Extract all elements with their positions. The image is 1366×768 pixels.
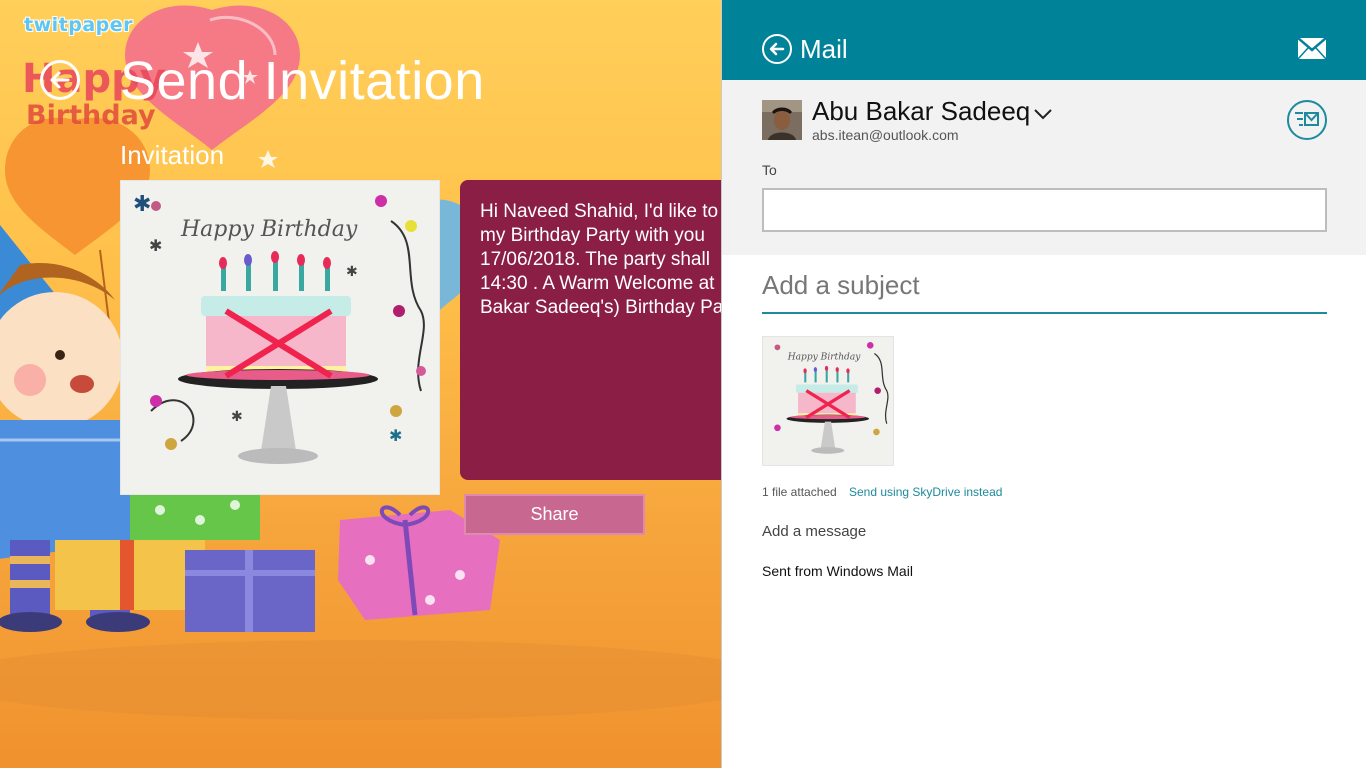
svg-text:✱: ✱ bbox=[346, 263, 358, 279]
from-section: Abu Bakar Sadeeq abs.itean@outlook.com T… bbox=[722, 80, 1366, 255]
to-label: To bbox=[762, 162, 777, 178]
envelope-icon bbox=[1298, 38, 1326, 59]
watermark-logo: twitpaper bbox=[24, 14, 134, 36]
back-button[interactable] bbox=[40, 60, 80, 100]
invitation-message: Hi Naveed Shahid, I'd like to my Birthda… bbox=[460, 180, 721, 480]
message-line: Hi Naveed Shahid, I'd like to bbox=[480, 201, 719, 222]
page-title: Send Invitation bbox=[120, 51, 485, 111]
message-line: Bakar Sadeeq's) Birthday Pa bbox=[480, 297, 721, 318]
section-label: Invitation bbox=[120, 140, 225, 170]
to-field[interactable] bbox=[762, 188, 1327, 232]
avatar bbox=[762, 100, 802, 140]
chevron-down-icon[interactable] bbox=[1034, 108, 1052, 120]
mail-header: Mail bbox=[722, 0, 1366, 80]
svg-text:✱: ✱ bbox=[133, 191, 151, 216]
back-arrow-icon bbox=[769, 42, 785, 56]
attachment-count: 1 file attached bbox=[762, 485, 837, 499]
birthday-cake-card: Happy Birthday ✱ ✱ ✱ ✱ ✱ bbox=[133, 191, 426, 464]
sender-name: Abu Bakar Sadeeq bbox=[812, 96, 1031, 126]
send-button[interactable] bbox=[1287, 100, 1327, 140]
message-line: 17/06/2018. The party shall bbox=[480, 249, 710, 270]
subject-field[interactable]: Add a subject bbox=[762, 268, 1327, 314]
attachment-thumbnail[interactable]: Happy Birthday bbox=[762, 336, 894, 466]
mail-back-button[interactable] bbox=[762, 34, 792, 64]
back-arrow-icon bbox=[50, 71, 70, 89]
message-line: my Birthday Party with you bbox=[480, 225, 705, 246]
thumbnail-caption: Happy Birthday bbox=[787, 353, 861, 363]
share-button[interactable]: Share bbox=[464, 494, 645, 535]
invitation-app: twitpaper Happy Birthday Send Invitation… bbox=[0, 0, 721, 768]
message-line: 14:30 . A Warm Welcome at bbox=[480, 273, 715, 294]
mail-signature: Sent from Windows Mail bbox=[762, 563, 913, 579]
svg-text:✱: ✱ bbox=[149, 238, 162, 255]
sender-email: abs.itean@outlook.com bbox=[812, 127, 959, 143]
send-icon bbox=[1295, 112, 1319, 126]
invitation-card-image: Happy Birthday ✱ ✱ ✱ ✱ ✱ bbox=[120, 180, 440, 495]
svg-text:✱: ✱ bbox=[389, 428, 402, 445]
card-caption: Happy Birthday bbox=[180, 217, 358, 242]
svg-text:✱: ✱ bbox=[231, 408, 243, 424]
birthday-cake-thumbnail: Happy Birthday bbox=[774, 341, 889, 454]
message-body-field[interactable]: Add a message bbox=[762, 523, 866, 540]
send-via-skydrive-link[interactable]: Send using SkyDrive instead bbox=[849, 485, 1002, 499]
mail-share-pane: Mail Abu Bakar Sadeeq abs.itean@outlook.… bbox=[721, 0, 1366, 768]
mail-title: Mail bbox=[800, 34, 848, 64]
